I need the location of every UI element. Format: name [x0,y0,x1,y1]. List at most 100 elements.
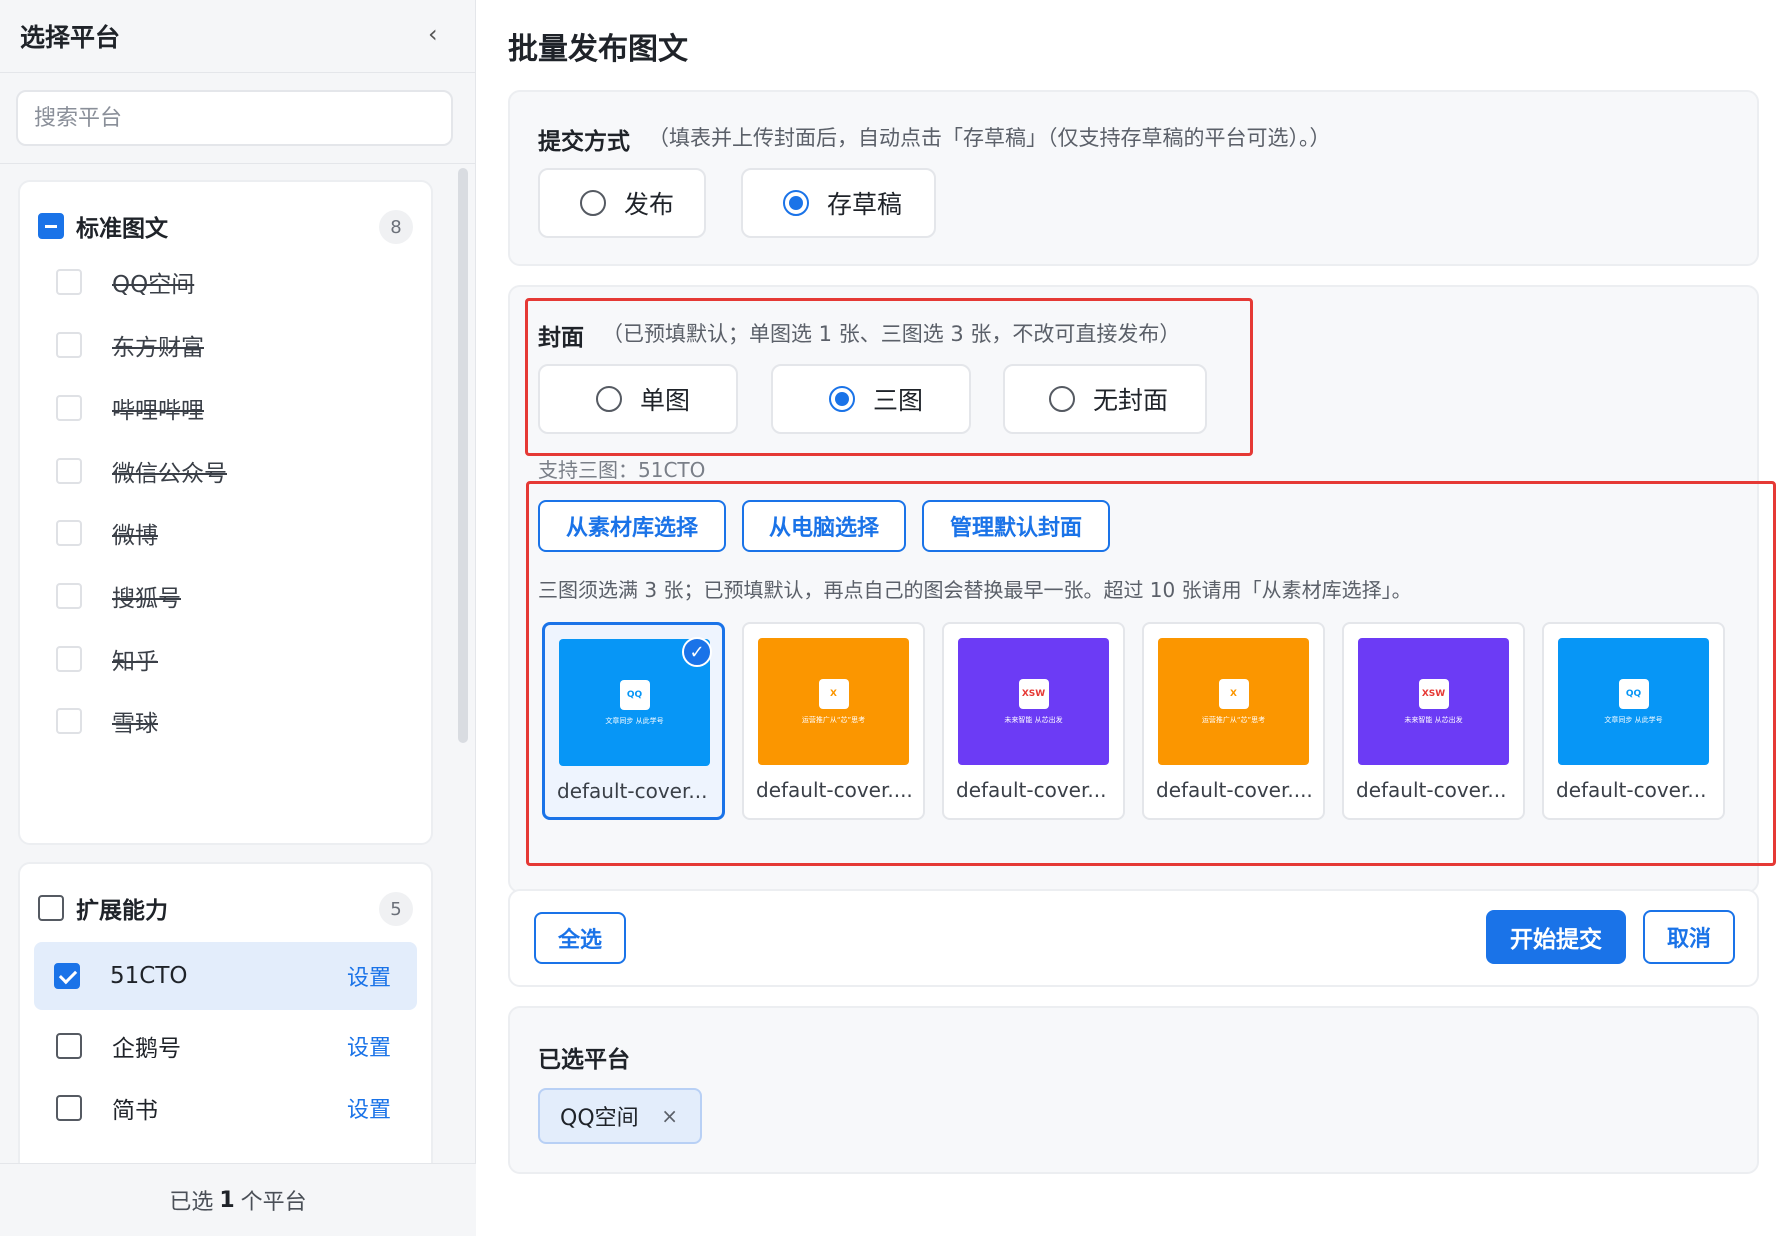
radio-circle[interactable] [1049,386,1075,412]
platform-label: 知乎 [112,649,158,675]
cover-filename: default-cover... [1356,778,1507,802]
cover-hint: （已预填默认；单图选 1 张、三图选 3 张，不改可直接发布） [602,322,1181,346]
cover-thumbnail[interactable]: X 运营推广从“芯”思考 default-cover.... [1142,622,1325,820]
summary-prefix: 已选 [169,1190,214,1215]
radio-circle[interactable] [829,386,855,412]
sidebar: 选择平台 ‹ 标准图文 8 QQ空间 东方财富 哔哩哔哩 微信公众号 微博 搜狐… [0,0,476,1236]
platform-checkbox[interactable] [56,395,82,421]
cover-image: QQ 文章同步 从此学号 [1558,638,1709,765]
radio-single-image[interactable]: 单图 [538,364,738,434]
radio-save-draft[interactable]: 存草稿 [741,168,936,238]
platform-checkbox[interactable] [56,708,82,734]
radio-publish[interactable]: 发布 [538,168,706,238]
platform-item-jianshu[interactable]: 简书 设置 [20,1076,431,1140]
platform-item-xueqiu[interactable]: 雪球 [20,689,431,753]
group-header[interactable]: 扩展能力 [38,892,168,924]
platform-checkbox[interactable] [56,520,82,546]
chip-label: QQ空间 [560,1106,639,1131]
platform-checkbox[interactable] [56,269,82,295]
platform-item-eastmoney[interactable]: 东方财富 [20,313,431,377]
radio-circle[interactable] [580,190,606,216]
platform-label: 雪球 [112,711,158,737]
platform-checkbox[interactable] [54,963,80,989]
sidebar-header: 选择平台 ‹ [0,0,476,73]
cover-filename: default-cover.... [756,778,913,802]
settings-link[interactable]: 设置 [347,1092,391,1124]
sidebar-title: 选择平台 [20,23,121,52]
group-name: 扩展能力 [76,898,168,924]
cover-tagline: 文章同步 从此学号 [1604,715,1663,724]
cancel-button[interactable]: 取消 [1643,910,1735,964]
platform-checkbox[interactable] [56,332,82,358]
close-icon[interactable]: × [661,1104,678,1128]
platform-checkbox[interactable] [56,458,82,484]
cover-thumbnail[interactable]: XSW 未来智能 从芯出发 default-cover... [942,622,1125,820]
cover-image: X 运营推广从“芯”思考 [758,638,909,765]
cover-image: X 运营推广从“芯”思考 [1158,638,1309,765]
radio-label: 无封面 [1093,386,1169,415]
sidebar-scrollbar[interactable] [458,168,468,743]
radio-circle[interactable] [596,386,622,412]
group-checkbox[interactable] [38,895,64,921]
platform-item-weibo[interactable]: 微博 [20,501,431,565]
summary-suffix: 个平台 [240,1190,307,1215]
choose-from-library-button[interactable]: 从素材库选择 [538,500,726,552]
radio-label: 存草稿 [827,190,903,219]
group-checkbox[interactable] [38,213,64,239]
platform-checkbox[interactable] [56,646,82,672]
radio-no-cover[interactable]: 无封面 [1003,364,1207,434]
platform-label: 哔哩哔哩 [112,398,204,424]
platform-label: 搜狐号 [112,586,181,612]
platform-label: 企鹅号 [112,1036,181,1062]
selected-platforms-label: 已选平台 [538,1047,630,1073]
check-icon: ✓ [682,637,712,667]
settings-link[interactable]: 设置 [347,960,391,992]
cover-filename: default-cover.... [1156,778,1313,802]
radio-circle[interactable] [783,190,809,216]
platform-checkbox[interactable] [56,1033,82,1059]
brand-logo-icon: XSW [1418,678,1449,709]
manage-default-cover-button[interactable]: 管理默认封面 [922,500,1110,552]
platform-item-sohu[interactable]: 搜狐号 [20,564,431,628]
platform-checkbox[interactable] [56,583,82,609]
platform-item-51cto[interactable]: 51CTO 设置 [34,942,417,1010]
platform-item-bilibili[interactable]: 哔哩哔哩 [20,376,431,440]
platform-label: 51CTO [110,963,188,989]
cover-thumbnail[interactable]: XSW 未来智能 从芯出发 default-cover... [1342,622,1525,820]
brand-logo-icon: X [818,678,849,709]
group-header[interactable]: 标准图文 [38,210,168,242]
radio-three-images[interactable]: 三图 [771,364,971,434]
select-all-button[interactable]: 全选 [534,912,626,964]
platform-item-qq[interactable]: QQ空间 [20,250,431,314]
support-text: 支持三图：51CTO [538,458,706,482]
radio-label: 单图 [640,386,691,415]
cover-filename: default-cover... [557,779,708,803]
platform-label: 微信公众号 [112,461,227,487]
group-standard: 标准图文 8 QQ空间 东方财富 哔哩哔哩 微信公众号 微博 搜狐号 知乎 雪球 [18,180,433,845]
start-submit-button[interactable]: 开始提交 [1486,910,1626,964]
cover-note: 三图须选满 3 张；已预填默认，再点自己的图会替换最早一张。超过 10 张请用「… [538,578,1412,602]
cover-image: XSW 未来智能 从芯出发 [1358,638,1509,765]
cover-thumbnail[interactable]: QQ 文章同步 从此学号 default-cover... ✓ [542,622,725,820]
divider [0,163,476,164]
platform-checkbox[interactable] [56,1095,82,1121]
cover-thumbnail[interactable]: QQ 文章同步 从此学号 default-cover... [1542,622,1725,820]
summary-count: 1 [219,1187,235,1213]
brand-logo-icon: QQ [1618,678,1649,709]
cover-tagline: 未来智能 从芯出发 [1404,715,1463,724]
selection-summary: 已选 1 个平台 [0,1163,476,1236]
platform-label: 简书 [112,1098,158,1124]
collapse-icon[interactable]: ‹ [428,20,438,48]
cover-tagline: 未来智能 从芯出发 [1004,715,1063,724]
selected-platform-chip: QQ空间 × [538,1088,702,1144]
platform-item-zhihu[interactable]: 知乎 [20,627,431,691]
cover-thumbnail[interactable]: X 运营推广从“芯”思考 default-cover.... [742,622,925,820]
submit-method-hint: （填表并上传封面后，自动点击「存草稿」（仅支持存草稿的平台可选）。） [648,126,1331,150]
search-input[interactable] [16,90,453,146]
choose-from-computer-button[interactable]: 从电脑选择 [742,500,906,552]
platform-item-qie[interactable]: 企鹅号 设置 [20,1014,431,1078]
cover-tagline: 运营推广从“芯”思考 [801,715,866,724]
brand-logo-icon: XSW [1018,678,1049,709]
platform-item-wechat[interactable]: 微信公众号 [20,439,431,503]
settings-link[interactable]: 设置 [347,1030,391,1062]
